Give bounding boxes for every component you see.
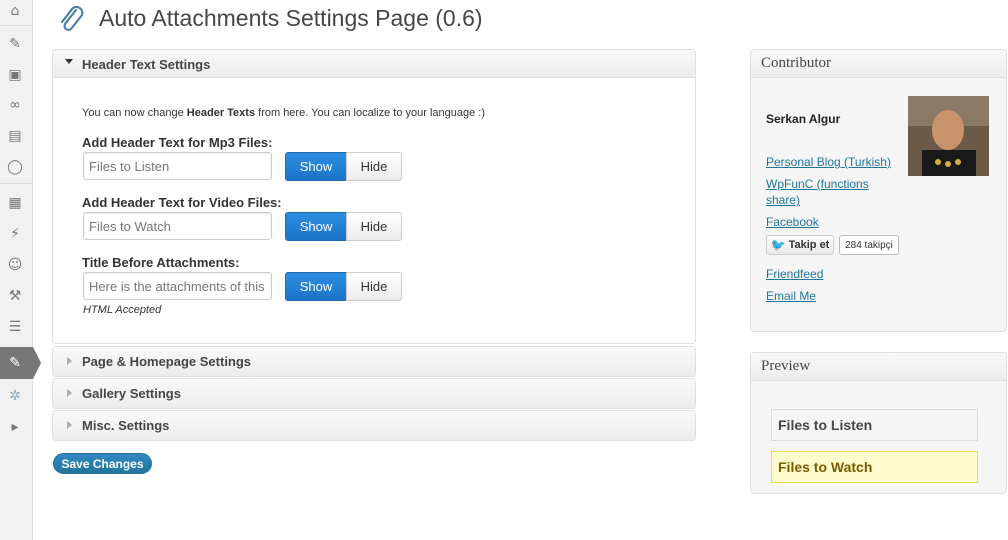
- video-show-button[interactable]: Show: [285, 212, 347, 241]
- gear-icon[interactable]: ✲: [4, 385, 26, 407]
- paperclip-icon: [60, 5, 84, 31]
- section-misc-settings[interactable]: Misc. Settings: [52, 410, 696, 441]
- sidebar-item-auto-attachments[interactable]: ✎: [0, 347, 41, 379]
- avatar: [908, 96, 989, 176]
- twitter-follow-label: Takip et: [788, 239, 830, 251]
- header-text-settings-box: Header Text Settings You can now change …: [52, 49, 696, 344]
- home-icon[interactable]: ⌂: [4, 0, 26, 22]
- title-show-button[interactable]: Show: [285, 272, 347, 301]
- facebook-link[interactable]: Facebook: [766, 214, 819, 230]
- expand-arrow-icon: [67, 421, 72, 429]
- twitter-bird-icon: 🐦: [770, 238, 786, 252]
- media-icon[interactable]: ▣: [4, 64, 26, 86]
- section-gallery-settings[interactable]: Gallery Settings: [52, 378, 696, 409]
- page-title: Auto Attachments Settings Page (0.6): [99, 5, 483, 31]
- video-hide-button[interactable]: Hide: [346, 212, 402, 241]
- pin-icon[interactable]: ✎: [4, 33, 26, 55]
- pages-icon[interactable]: ▤: [4, 125, 26, 147]
- email-me-link[interactable]: Email Me: [766, 288, 816, 304]
- section-title: Header Text Settings: [82, 57, 211, 72]
- section-title: Gallery Settings: [82, 386, 181, 401]
- video-header-input[interactable]: [83, 212, 272, 240]
- preview-box: Preview Files to Listen Files to Watch: [750, 352, 1007, 494]
- mp3-hide-button[interactable]: Hide: [346, 152, 402, 181]
- plugins-icon[interactable]: ⚡: [4, 223, 26, 245]
- comments-icon[interactable]: ◯: [4, 156, 26, 178]
- section-header-text-settings[interactable]: Header Text Settings: [53, 50, 695, 78]
- mp3-header-input[interactable]: [83, 152, 272, 180]
- links-icon[interactable]: ∞: [4, 94, 26, 116]
- title-before-label: Title Before Attachments:: [82, 255, 240, 270]
- play-icon[interactable]: ▸: [4, 416, 26, 438]
- twitter-follow-button[interactable]: 🐦 Takip et: [766, 235, 834, 255]
- collapse-arrow-icon: [65, 59, 73, 64]
- mp3-show-button[interactable]: Show: [285, 152, 347, 181]
- admin-sidebar: ⌂ ✎ ▣ ∞ ▤ ◯ ▦ ⚡ ☺ ⚒ ☰ ✎ ✲ ▸: [0, 0, 41, 540]
- title-hide-button[interactable]: Hide: [346, 272, 402, 301]
- section-title: Page & Homepage Settings: [82, 354, 252, 369]
- preview-mp3-header: Files to Listen: [771, 409, 978, 441]
- preview-title: Preview: [751, 353, 1006, 381]
- mp3-header-label: Add Header Text for Mp3 Files:: [82, 135, 273, 150]
- tools-icon[interactable]: ⚒: [4, 285, 26, 307]
- title-before-input[interactable]: [83, 272, 272, 300]
- settings-icon[interactable]: ☰: [4, 316, 26, 338]
- expand-arrow-icon: [67, 389, 72, 397]
- twitter-follower-count: 284 takipçi: [839, 235, 899, 255]
- appearance-icon[interactable]: ▦: [4, 192, 26, 214]
- personal-blog-link[interactable]: Personal Blog (Turkish): [766, 154, 891, 170]
- friendfeed-link[interactable]: Friendfeed: [766, 266, 823, 282]
- users-icon[interactable]: ☺: [4, 254, 26, 276]
- sidebar-separator: [0, 25, 33, 26]
- preview-video-header: Files to Watch: [771, 451, 978, 483]
- section-title: Misc. Settings: [82, 418, 170, 433]
- save-changes-button[interactable]: Save Changes: [53, 453, 152, 474]
- expand-arrow-icon: [67, 357, 72, 365]
- video-header-label: Add Header Text for Video Files:: [82, 195, 282, 210]
- wpfunc-link[interactable]: WpFunC (functions share): [766, 176, 886, 208]
- contributor-title: Contributor: [751, 50, 1006, 78]
- contributor-box: Contributor Serkan Algur Personal Blog (…: [750, 49, 1007, 332]
- auto-attachments-icon: ✎: [9, 355, 21, 371]
- sidebar-separator: [0, 183, 33, 184]
- html-accepted-note: HTML Accepted: [83, 304, 162, 316]
- section-page-homepage-settings[interactable]: Page & Homepage Settings: [52, 346, 696, 377]
- contributor-name: Serkan Algur: [766, 112, 841, 126]
- intro-text: You can now change Header Texts from her…: [82, 107, 485, 119]
